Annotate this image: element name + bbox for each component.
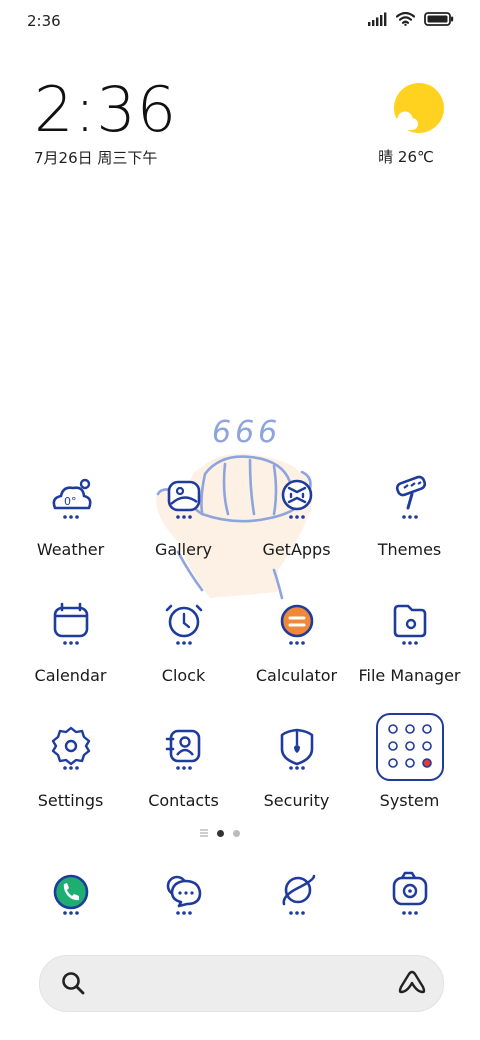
dock-browser[interactable] <box>262 862 332 932</box>
status-icons <box>367 12 454 26</box>
battery-icon <box>424 12 454 26</box>
messages-icon <box>166 875 202 915</box>
calculator-icon <box>267 598 327 658</box>
signal-icon <box>368 12 387 26</box>
widget-date: 7月26日 周三下午 <box>34 149 158 167</box>
status-time: 2:36 <box>27 12 61 30</box>
app-contacts[interactable]: Contacts <box>127 723 240 810</box>
app-system-folder[interactable]: System <box>353 713 466 810</box>
clock-icon <box>154 598 214 658</box>
svg-text:0°: 0° <box>64 495 77 508</box>
dock-camera[interactable] <box>375 862 445 932</box>
app-weather[interactable]: 0° Weather <box>14 472 127 559</box>
system-folder-icon <box>375 713 444 781</box>
app-settings[interactable]: Settings <box>14 723 127 810</box>
widget-time: 2:36 <box>34 73 178 146</box>
wifi-icon <box>396 12 415 26</box>
clock-widget[interactable]: 2:36 7月26日 周三下午 <box>34 76 177 168</box>
app-drawer-lines-icon[interactable] <box>200 829 208 837</box>
app-themes[interactable]: Themes <box>353 472 466 559</box>
dock-phone[interactable] <box>36 862 106 932</box>
app-calculator[interactable]: Calculator <box>240 598 353 685</box>
app-calendar[interactable]: Calendar <box>14 598 127 685</box>
page-dot[interactable] <box>233 829 240 837</box>
app-label: Contacts <box>148 791 219 810</box>
app-label: Gallery <box>155 540 212 559</box>
phone-icon <box>53 874 89 915</box>
status-bar: 2:36 <box>0 0 480 42</box>
sticker-text: 666 <box>212 415 281 450</box>
app-label: Calendar <box>34 666 107 685</box>
weather-widget[interactable]: 晴 26℃ <box>366 82 446 167</box>
app-label: Calculator <box>255 666 338 685</box>
app-label: GetApps <box>262 540 331 559</box>
security-icon <box>267 723 327 783</box>
assistant-icon[interactable] <box>397 970 427 996</box>
app-label: System <box>379 791 440 810</box>
app-label: File Manager <box>358 666 461 685</box>
app-file-manager[interactable]: File Manager <box>353 598 466 685</box>
sunny-cloud-icon <box>392 83 444 133</box>
search-bar[interactable] <box>39 955 444 1012</box>
themes-icon <box>380 472 440 532</box>
app-gallery[interactable]: Gallery <box>127 472 240 559</box>
dock-messages[interactable] <box>149 862 219 932</box>
page-indicator[interactable] <box>200 829 240 837</box>
weather-text: 晴 26℃ <box>378 148 434 166</box>
camera-icon <box>392 871 428 915</box>
getapps-icon <box>267 472 327 532</box>
browser-icon <box>282 874 316 915</box>
app-label: Clock <box>161 666 206 685</box>
page-dot-active[interactable] <box>217 829 224 837</box>
search-icon[interactable] <box>60 970 86 996</box>
app-clock[interactable]: Clock <box>127 598 240 685</box>
weather-icon: 0° <box>41 472 101 532</box>
app-getapps[interactable]: GetApps <box>240 472 353 559</box>
app-label: Themes <box>377 540 442 559</box>
file-manager-icon <box>380 598 440 658</box>
app-label: Security <box>263 791 330 810</box>
gallery-icon <box>154 472 214 532</box>
calendar-icon <box>41 598 101 658</box>
app-label: Settings <box>37 791 104 810</box>
settings-icon <box>41 723 101 783</box>
contacts-icon <box>154 723 214 783</box>
app-label: Weather <box>36 540 105 559</box>
app-security[interactable]: Security <box>240 723 353 810</box>
